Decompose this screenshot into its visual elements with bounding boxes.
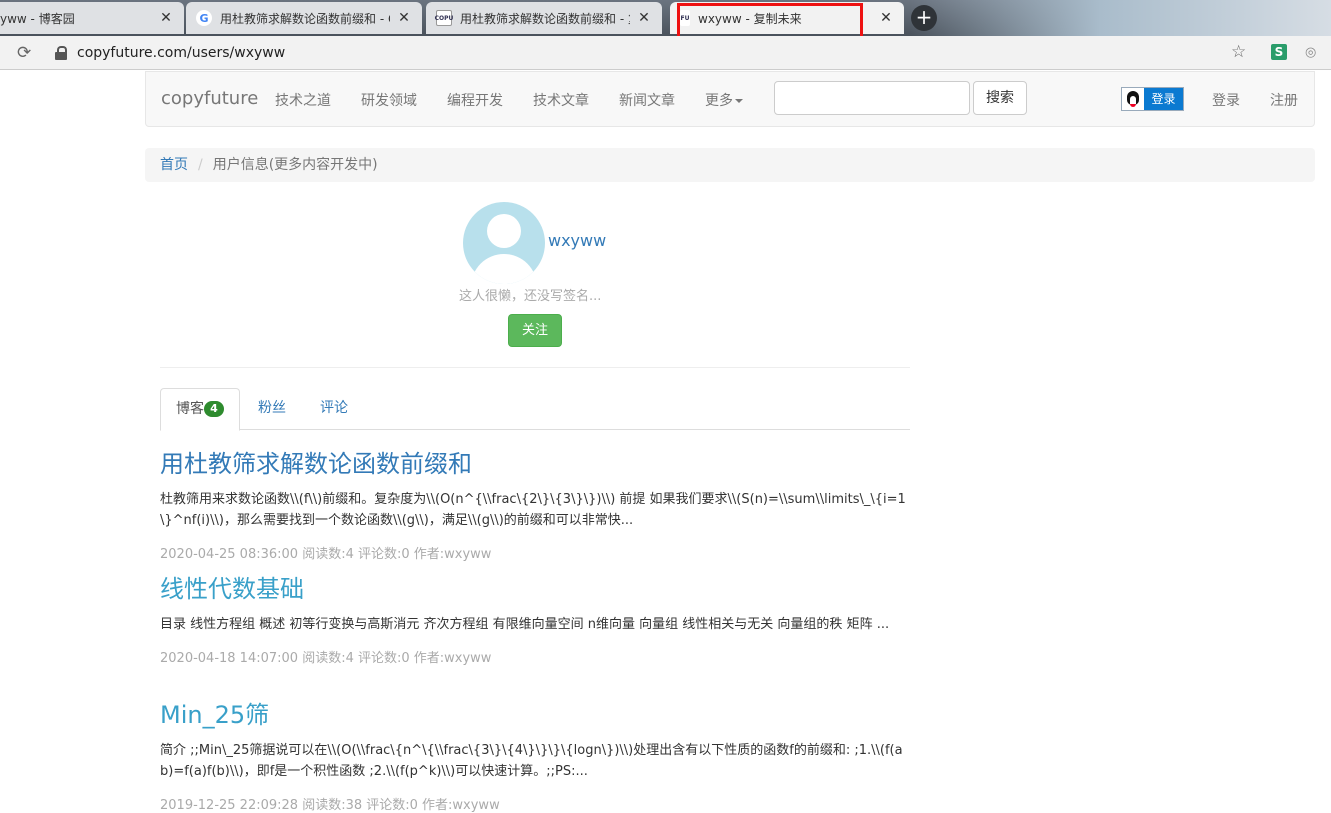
nav-link-news[interactable]: 新闻文章 — [619, 90, 675, 110]
close-icon[interactable]: ✕ — [158, 10, 174, 26]
post-excerpt: 目录 线性方程组 概述 初等行变换与高斯消元 齐次方程组 有限维向量空间 n维向… — [160, 617, 890, 632]
tab-blog[interactable]: 博客 4 — [160, 388, 240, 431]
avatar-body-shape — [471, 254, 537, 284]
avatar-head-shape — [487, 214, 521, 248]
browser-toolbar: ⟳ copyfuture.com/users/wxyww ☆ S ◎ — [0, 36, 1331, 70]
site-navbar: copyfuture 技术之道 研发领域 编程开发 技术文章 新闻文章 更多 搜… — [145, 71, 1315, 127]
list-item: 用杜教筛求解数论函数前缀和 杜教筛用来求数论函数\\(f\\)前缀和。复杂度为\… — [160, 449, 912, 562]
list-item: Min_25筛 简介 ;;Min\_25筛据说可以在\\(O(\\frac\{n… — [160, 700, 912, 813]
extension-icon[interactable]: ◎ — [1305, 45, 1316, 60]
lock-icon[interactable] — [55, 45, 67, 60]
close-icon[interactable]: ✕ — [396, 10, 412, 26]
copyfuture-favicon-icon: FU — [680, 10, 690, 26]
tab-fans[interactable]: 粉丝 — [243, 388, 301, 430]
qq-penguin-icon — [1122, 88, 1144, 110]
qq-login-label: 登录 — [1144, 88, 1183, 110]
post-meta: 2020-04-18 14:07:00 阅读数:4 评论数:0 作者:wxyww — [160, 651, 492, 666]
tab-comments[interactable]: 评论 — [305, 388, 363, 430]
breadcrumb-separator: / — [198, 157, 203, 173]
browser-tab-title: yww - 博客园 — [0, 11, 75, 26]
browser-tabstrip: yww - 博客园 ✕ G 用杜教筛求解数论函数前缀和 - G ✕ COPU 用… — [0, 0, 1331, 36]
profile-signature: 这人很懒，还没写签名... — [459, 289, 602, 304]
post-meta: 2020-04-25 08:36:00 阅读数:4 评论数:0 作者:wxyww — [160, 547, 492, 562]
caret-down-icon — [735, 99, 743, 103]
profile-tabs: 博客 4 粉丝 评论 — [160, 388, 910, 431]
extension-s-icon[interactable]: S — [1271, 44, 1287, 60]
browser-tab-title: wxyww - 复制未来 — [698, 11, 802, 26]
register-link[interactable]: 注册 — [1270, 90, 1298, 110]
post-excerpt: 简介 ;;Min\_25筛据说可以在\\(O(\\frac\{n^\{\\fra… — [160, 743, 903, 779]
profile-username[interactable]: wxyww — [548, 231, 606, 250]
google-icon: G — [196, 10, 212, 26]
breadcrumb-home-link[interactable]: 首页 — [160, 157, 188, 173]
list-item: 线性代数基础 目录 线性方程组 概述 初等行变换与高斯消元 齐次方程组 有限维向… — [160, 574, 912, 666]
close-icon[interactable]: ✕ — [878, 10, 894, 26]
nav-more-label: 更多 — [705, 93, 733, 109]
divider — [160, 367, 910, 368]
follow-button[interactable]: 关注 — [508, 314, 562, 347]
nav-link-tech-way[interactable]: 技术之道 — [275, 90, 331, 110]
browser-tab-3[interactable]: COPU 用杜教筛求解数论函数前缀和 - 复 ✕ — [426, 2, 662, 34]
blog-count-badge: 4 — [204, 401, 224, 417]
site-brand[interactable]: copyfuture — [161, 88, 258, 109]
browser-tab-4[interactable]: FU wxyww - 复制未来 ✕ — [670, 2, 904, 34]
reload-icon[interactable]: ⟳ — [17, 43, 33, 63]
nav-more-dropdown[interactable]: 更多 — [705, 90, 743, 110]
post-excerpt: 杜教筛用来求数论函数\\(f\\)前缀和。复杂度为\\(O(n^{\\frac\… — [160, 492, 906, 528]
search-button[interactable]: 搜索 — [973, 81, 1027, 115]
browser-tab-2[interactable]: G 用杜教筛求解数论函数前缀和 - G ✕ — [186, 2, 422, 34]
copyfuture-favicon-icon: COPU — [435, 10, 453, 26]
browser-tab-title: 用杜教筛求解数论函数前缀和 - 复 — [460, 11, 630, 26]
nav-link-research[interactable]: 研发领域 — [361, 90, 417, 110]
breadcrumb-current: 用户信息(更多内容开发中) — [212, 157, 378, 173]
close-icon[interactable]: ✕ — [636, 10, 652, 26]
tab-blog-label: 博客 — [176, 401, 204, 417]
address-bar[interactable]: copyfuture.com/users/wxyww — [77, 45, 285, 61]
breadcrumb: 首页 / 用户信息(更多内容开发中) — [145, 148, 1315, 182]
post-title[interactable]: 用杜教筛求解数论函数前缀和 — [160, 449, 912, 479]
avatar[interactable] — [463, 202, 545, 284]
browser-tab-1[interactable]: yww - 博客园 ✕ — [0, 2, 184, 34]
nav-link-tech-articles[interactable]: 技术文章 — [533, 90, 589, 110]
nav-link-programming[interactable]: 编程开发 — [447, 90, 503, 110]
browser-tab-title: 用杜教筛求解数论函数前缀和 - G — [220, 11, 390, 26]
search-input[interactable] — [774, 81, 970, 115]
qq-login-button[interactable]: 登录 — [1121, 87, 1184, 111]
bookmark-star-icon[interactable]: ☆ — [1231, 42, 1246, 62]
post-meta: 2019-12-25 22:09:28 阅读数:38 评论数:0 作者:wxyw… — [160, 798, 500, 813]
login-link[interactable]: 登录 — [1212, 90, 1240, 110]
tabstrip-background — [911, 0, 1331, 36]
post-title[interactable]: Min_25筛 — [160, 700, 912, 730]
post-title[interactable]: 线性代数基础 — [160, 574, 912, 604]
new-tab-button[interactable]: + — [911, 5, 937, 31]
